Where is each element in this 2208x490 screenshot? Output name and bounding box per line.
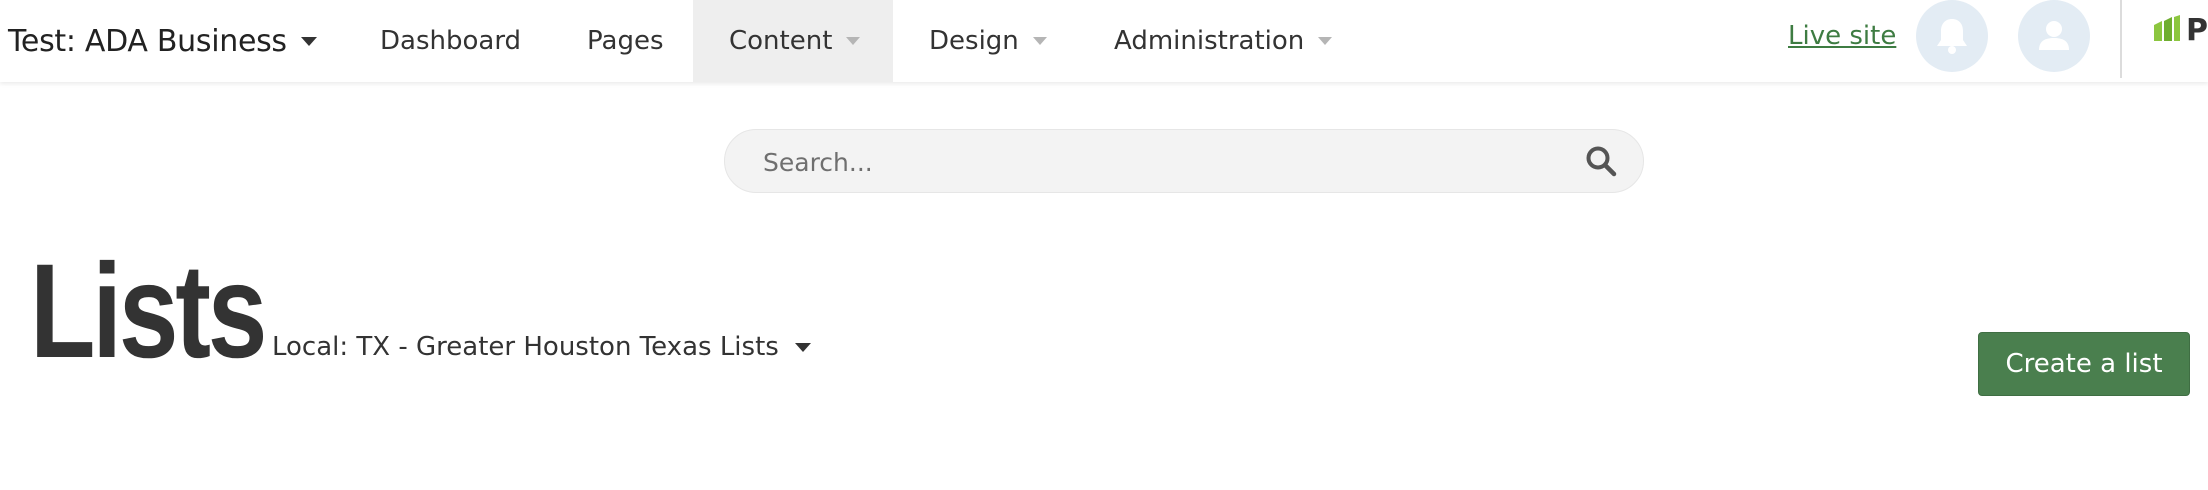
nav-content-label: Content [729, 26, 833, 56]
header-divider [2120, 0, 2122, 78]
user-icon [2039, 21, 2069, 50]
list-selector-label: Local: TX - Greater Houston Texas Lists [272, 332, 779, 362]
nav-dashboard[interactable]: Dashboard [380, 0, 521, 82]
nav-design-label: Design [929, 26, 1019, 56]
search-bar [724, 129, 1644, 194]
chevron-down-icon [300, 36, 317, 46]
search-icon[interactable] [1585, 145, 1617, 177]
live-site-link[interactable]: Live site [1788, 0, 1896, 72]
nav-pages[interactable]: Pages [587, 0, 664, 82]
page-title: Lists [30, 237, 267, 386]
brand-text: P [2186, 12, 2208, 48]
chevron-down-icon [846, 37, 861, 45]
nav-administration-label: Administration [1114, 26, 1305, 56]
site-name: Test: ADA Business [8, 23, 287, 59]
nav-design[interactable]: Design [929, 0, 1047, 82]
chevron-down-icon [1318, 37, 1333, 45]
notifications-button[interactable] [1916, 0, 1988, 72]
top-navigation-bar: Test: ADA Business Dashboard Pages Conte… [0, 0, 2208, 82]
search-input[interactable] [761, 130, 1545, 194]
list-selector-dropdown[interactable]: Local: TX - Greater Houston Texas Lists [272, 332, 811, 362]
nav-content[interactable]: Content [693, 0, 893, 82]
nav-pages-label: Pages [587, 26, 664, 56]
nav-dashboard-label: Dashboard [380, 26, 522, 56]
user-menu-button[interactable] [2018, 0, 2090, 72]
site-switcher[interactable]: Test: ADA Business [8, 0, 317, 82]
bell-icon [1937, 19, 1967, 54]
chevron-down-icon [1032, 37, 1047, 45]
create-list-button[interactable]: Create a list [1978, 332, 2190, 396]
nav-administration[interactable]: Administration [1114, 0, 1333, 82]
brand-logo-icon [2154, 15, 2180, 41]
brand-logo: P [2152, 10, 2208, 50]
chevron-down-icon [794, 342, 811, 352]
